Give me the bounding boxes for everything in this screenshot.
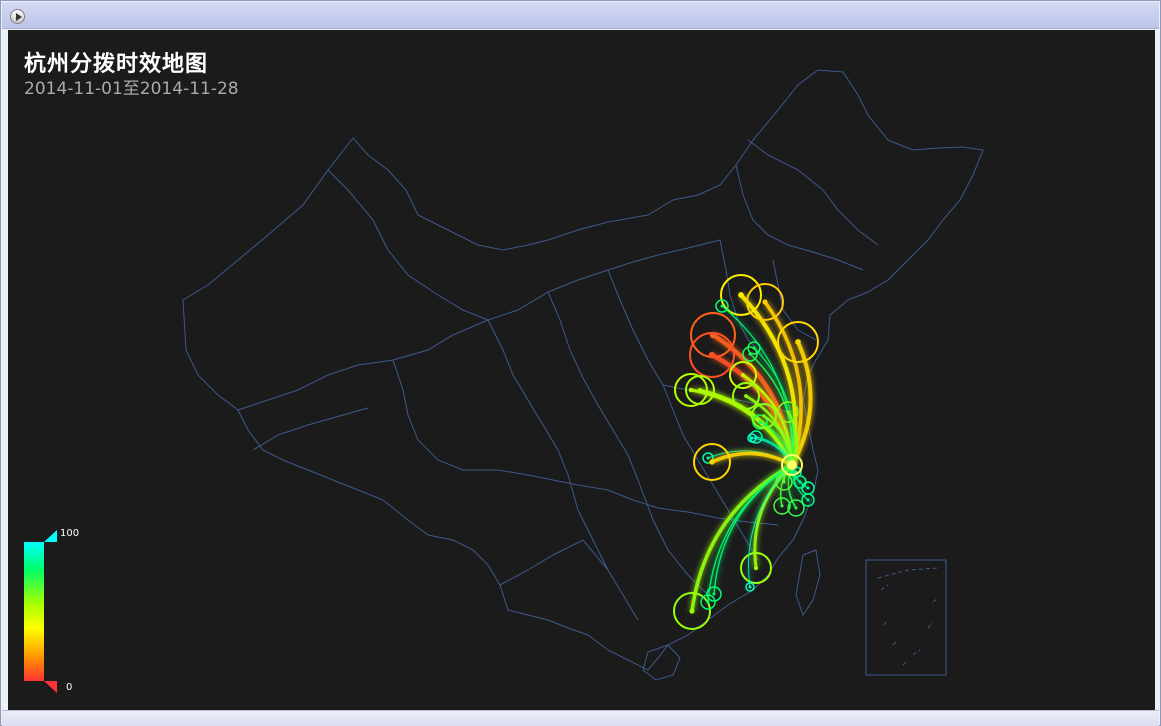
province-line xyxy=(499,539,609,586)
province-line xyxy=(327,169,489,321)
taiwan-island xyxy=(795,549,821,617)
play-triangle xyxy=(16,13,22,21)
destination-marker xyxy=(753,565,759,571)
destination-marker xyxy=(706,456,710,460)
route-line xyxy=(753,463,794,569)
destination-marker xyxy=(748,585,752,589)
legend-gradient-bar[interactable] xyxy=(24,530,57,693)
china-outline xyxy=(182,69,984,671)
province-line xyxy=(252,407,369,451)
map-stage: 杭州分拨时效地图 2014-11-01至2014-11-28 100 0 xyxy=(8,30,1155,710)
hangzhou-hub xyxy=(787,460,797,470)
destination-marker xyxy=(748,352,752,356)
province-line xyxy=(547,291,639,481)
status-bar xyxy=(2,710,1159,726)
destination-marker xyxy=(782,480,786,484)
province-line xyxy=(237,239,721,411)
color-legend[interactable]: 100 0 xyxy=(24,528,84,700)
destination-marker xyxy=(689,608,695,614)
hainan-island xyxy=(642,644,681,681)
destination-marker xyxy=(762,414,766,418)
destination-marker xyxy=(698,388,702,392)
destination-marker xyxy=(806,498,810,502)
province-line xyxy=(735,164,864,271)
toolbar xyxy=(2,2,1159,29)
destination-marker xyxy=(806,486,810,490)
destination-marker xyxy=(794,506,798,510)
application-window: 杭州分拨时效地图 2014-11-01至2014-11-28 100 0 xyxy=(0,0,1161,726)
destination-marker xyxy=(741,373,745,377)
destination-marker xyxy=(786,410,790,414)
destination-marker xyxy=(744,394,748,398)
destination-marker xyxy=(780,504,784,508)
legend-max-label: 100 xyxy=(60,528,80,539)
destination-marker xyxy=(712,592,716,596)
destination-marker xyxy=(758,420,762,424)
destination-marker xyxy=(762,299,768,305)
province-line xyxy=(567,474,639,621)
province-line xyxy=(487,319,569,476)
map-subtitle: 2014-11-01至2014-11-28 xyxy=(24,79,239,99)
destination-marker xyxy=(795,339,801,345)
destination-marker xyxy=(709,459,715,465)
destination-marker xyxy=(720,304,724,308)
china-map xyxy=(182,69,984,681)
legend-min-label: 0 xyxy=(66,682,73,693)
province-line xyxy=(392,359,609,491)
play-icon[interactable] xyxy=(10,9,25,24)
destination-marker xyxy=(688,387,694,393)
province-line xyxy=(607,269,684,436)
province-line xyxy=(747,139,879,246)
destination-marker xyxy=(738,292,744,298)
destination-marker xyxy=(750,436,754,440)
destination-marker xyxy=(708,351,716,359)
route-line xyxy=(711,451,793,467)
south-china-sea-islands xyxy=(877,567,939,666)
province-borders xyxy=(182,69,984,681)
south-china-sea-inset xyxy=(865,559,947,676)
destination-marker xyxy=(706,600,710,604)
